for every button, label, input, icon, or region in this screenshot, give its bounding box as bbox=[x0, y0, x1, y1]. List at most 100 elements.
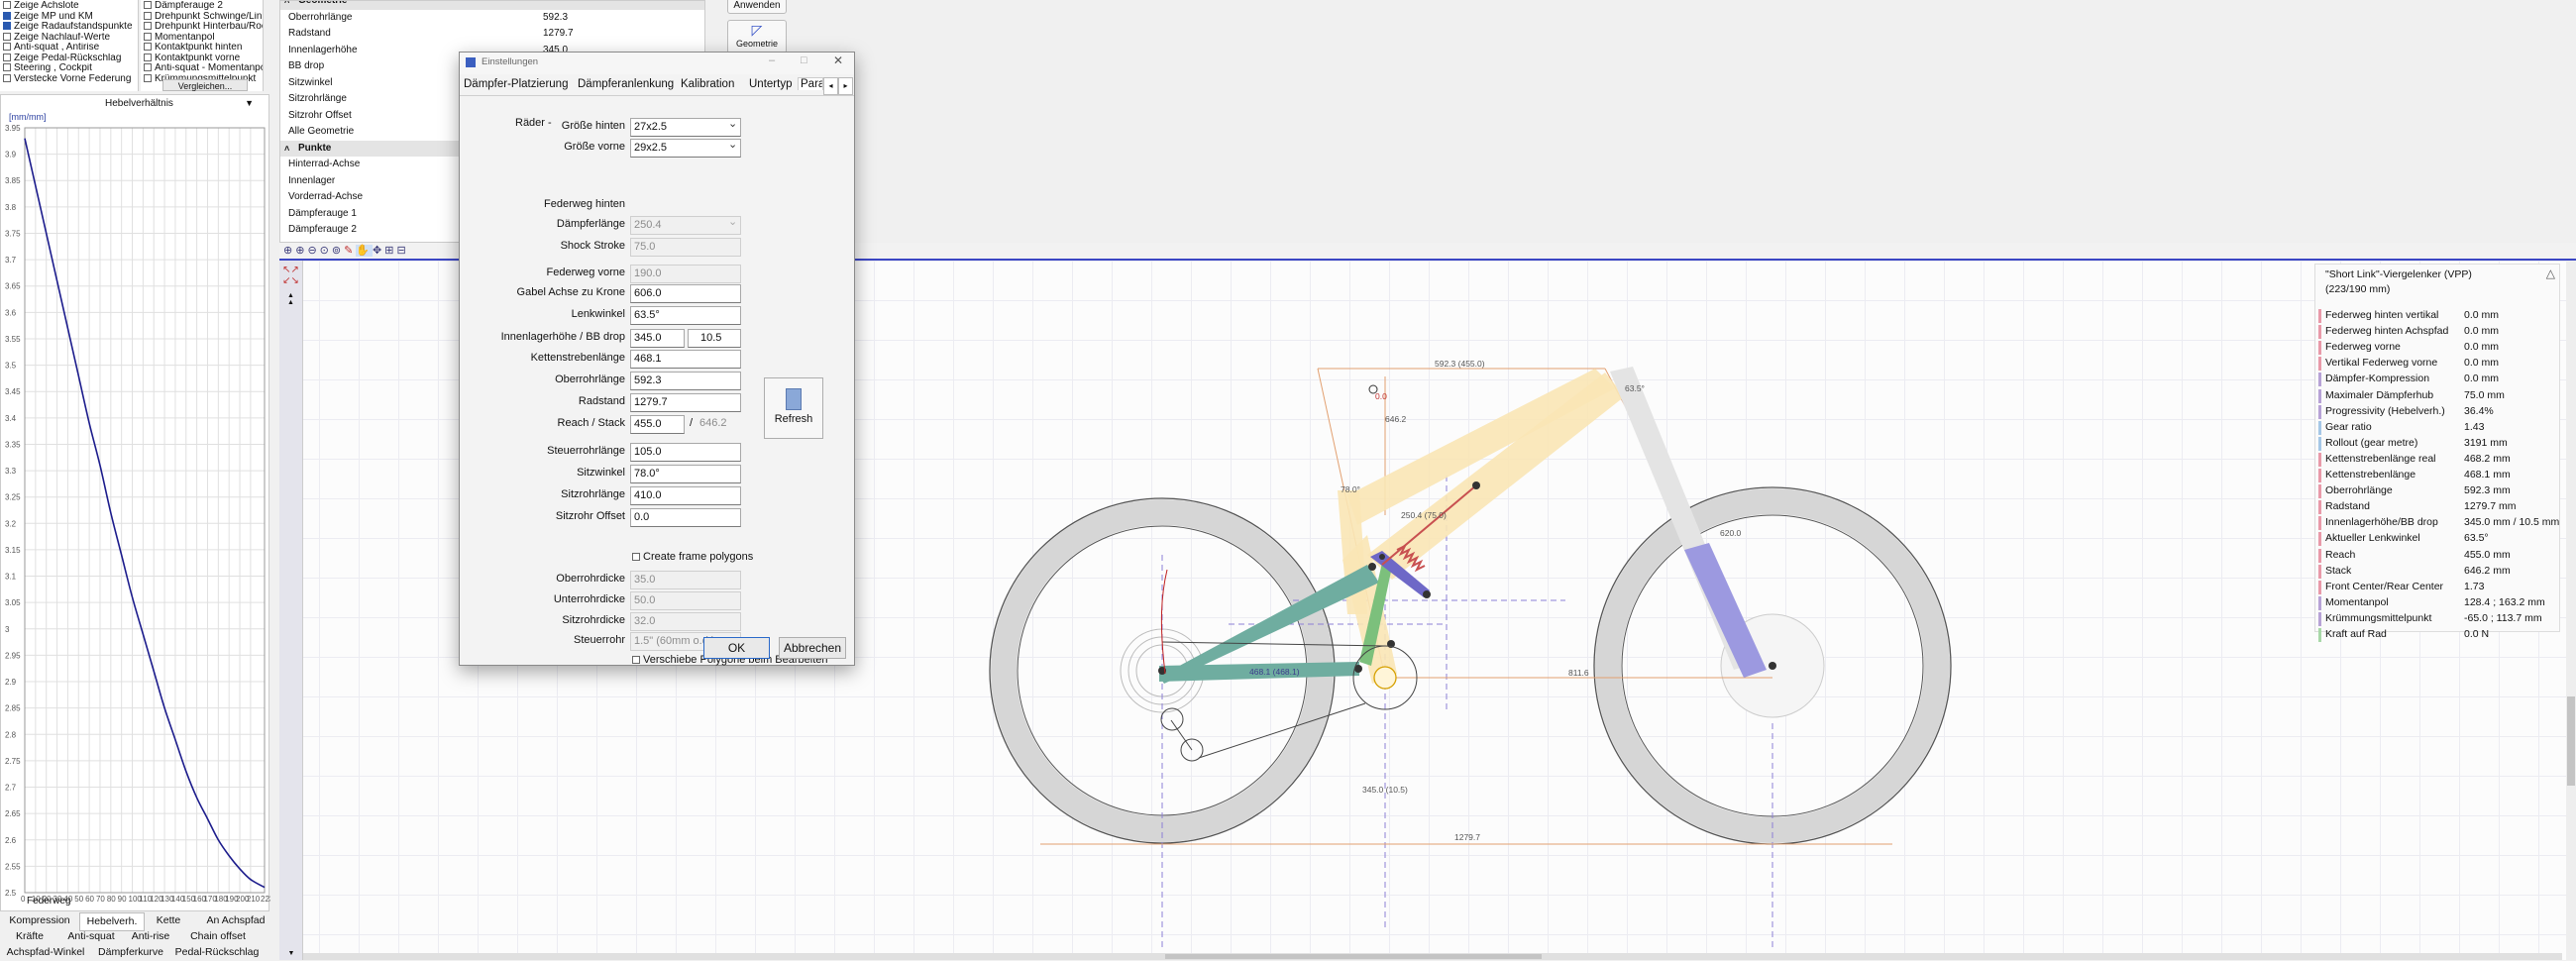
field-input[interactable]: 0.0 bbox=[630, 508, 741, 527]
checkbox[interactable] bbox=[3, 43, 11, 51]
checkbox[interactable] bbox=[144, 73, 152, 82]
tab-right-icon[interactable]: ▸ bbox=[838, 77, 853, 95]
field-input[interactable]: 105.0 bbox=[630, 443, 741, 462]
dialog-tab[interactable]: Kalibration bbox=[681, 78, 734, 90]
checkbox[interactable] bbox=[144, 1, 152, 9]
field-input[interactable]: 32.0 bbox=[630, 612, 741, 631]
field-input[interactable]: 606.0 bbox=[630, 284, 741, 303]
display-option[interactable]: Zeige Nachlauf-Werte bbox=[3, 32, 138, 44]
checkbox[interactable] bbox=[632, 656, 640, 664]
checkbox[interactable] bbox=[144, 63, 152, 71]
chart-tab[interactable]: An Achspfad bbox=[194, 912, 277, 929]
display-option[interactable]: Zeige Radaufstandspunkte bbox=[3, 22, 138, 33]
field-input-secondary[interactable]: 10.5 bbox=[688, 329, 741, 348]
refresh-button[interactable]: Refresh bbox=[764, 377, 823, 439]
table-row[interactable]: Oberrohrlänge 592.3 bbox=[280, 10, 704, 27]
canvas-scrollbar-h[interactable] bbox=[303, 953, 2562, 960]
checkbox[interactable] bbox=[144, 43, 152, 51]
field-input-secondary[interactable]: 646.2 bbox=[688, 415, 741, 434]
tab-left-icon[interactable]: ◂ bbox=[823, 77, 838, 95]
maximize-button[interactable]: □ bbox=[801, 54, 807, 66]
minimize-button[interactable]: – bbox=[769, 54, 775, 66]
chart-tab[interactable]: Achspfad-Winkel bbox=[2, 944, 89, 961]
chart-tab[interactable]: Kompression bbox=[2, 912, 77, 929]
point-option[interactable]: Drehpunkt Hinterbau/Rock bbox=[144, 22, 263, 33]
checkbox[interactable] bbox=[3, 1, 11, 9]
display-option[interactable]: Verstecke Vorne Federung bbox=[3, 73, 138, 85]
display-option[interactable]: Zeige Achslote bbox=[3, 1, 138, 12]
field-input[interactable]: 468.1 bbox=[630, 350, 741, 369]
field-input[interactable]: 35.0 bbox=[630, 571, 741, 589]
field-input[interactable]: 29x2.5 bbox=[630, 139, 741, 158]
display-option[interactable]: Steering , Cockpit bbox=[3, 63, 138, 74]
chart-tab[interactable]: Anti-squat bbox=[59, 928, 123, 945]
chart-tab[interactable]: Dämpferkurve bbox=[91, 944, 170, 961]
grid-icon[interactable]: ⊞ bbox=[384, 245, 396, 257]
table-section-header[interactable]: ˄ Geometrie bbox=[280, 1, 704, 10]
field-input[interactable]: 190.0 bbox=[630, 265, 741, 283]
canvas-scrollbar-v[interactable] bbox=[2566, 261, 2576, 960]
chevron-down-icon[interactable]: ⌄ bbox=[728, 215, 737, 228]
dialog-tab[interactable]: Untertyp bbox=[749, 78, 792, 90]
point-option[interactable]: Drehpunkt Schwinge/Link bbox=[144, 11, 263, 23]
checkbox[interactable] bbox=[144, 11, 152, 20]
checkbox[interactable] bbox=[3, 22, 11, 30]
table-row[interactable]: Radstand 1279.7 bbox=[280, 26, 704, 43]
dialog-tab[interactable]: Dämpferanlenkung bbox=[578, 78, 674, 90]
zoom-fit-icon[interactable]: ⊙ bbox=[320, 245, 332, 257]
cancel-button[interactable]: Abbrechen bbox=[779, 637, 846, 659]
chart-tab[interactable]: Chain offset bbox=[178, 928, 258, 945]
zoom-out-icon[interactable]: ⊖ bbox=[307, 245, 319, 257]
collapse-icon[interactable]: △ bbox=[2546, 267, 2555, 280]
chart-tab[interactable]: Kette bbox=[145, 912, 192, 929]
display-option[interactable]: Zeige Pedal-Rückschlag bbox=[3, 53, 138, 64]
field-input[interactable]: 63.5° bbox=[630, 306, 741, 325]
tab-scroll-arrows[interactable]: ◂ ▸ bbox=[823, 77, 853, 95]
pencil-icon[interactable]: ✎ bbox=[344, 245, 356, 257]
checkbox[interactable] bbox=[3, 73, 11, 82]
chevron-down-icon[interactable]: ⌄ bbox=[728, 138, 737, 151]
chart-tab[interactable]: Pedal-Rückschlag bbox=[172, 944, 262, 961]
checkbox[interactable] bbox=[144, 53, 152, 61]
create-polygons-checkbox[interactable]: Create frame polygons bbox=[632, 551, 753, 563]
measure-icon[interactable]: ⊟ bbox=[396, 245, 408, 257]
checkbox[interactable] bbox=[3, 32, 11, 41]
field-input[interactable]: 410.0 bbox=[630, 486, 741, 505]
display-option[interactable]: Anti-squat , Antirise bbox=[3, 43, 138, 53]
chevron-down-icon[interactable]: ⌄ bbox=[728, 117, 737, 130]
field-input[interactable]: 345.0 bbox=[630, 329, 685, 348]
field-input[interactable]: 50.0 bbox=[630, 591, 741, 610]
dialog-tab[interactable]: Dämpfer-Platzierung bbox=[464, 78, 568, 90]
fit-arrows-icon[interactable]: ↖↗ ↙↘ bbox=[279, 265, 302, 286]
checkbox[interactable] bbox=[144, 22, 152, 30]
checkbox[interactable] bbox=[144, 32, 152, 41]
point-option[interactable]: Dämpferauge 2 bbox=[144, 1, 263, 12]
compare-button[interactable]: Vergleichen... bbox=[162, 79, 248, 91]
hand-icon[interactable]: ✋ bbox=[356, 245, 374, 257]
geometry-button[interactable]: ◸ Geometrie bbox=[727, 20, 787, 53]
field-input[interactable]: 27x2.5 bbox=[630, 118, 741, 137]
scroll-up-icon[interactable]: ▲ ▲ bbox=[279, 292, 302, 306]
display-option[interactable]: Zeige MP und KM bbox=[3, 11, 138, 23]
point-option[interactable]: Anti-squat - Momentanpol bbox=[144, 63, 263, 74]
dialog-tab[interactable]: Para bbox=[798, 77, 823, 90]
field-input[interactable]: 78.0° bbox=[630, 465, 741, 483]
scroll-thumb-h[interactable] bbox=[1165, 954, 1542, 959]
close-button[interactable]: ✕ bbox=[833, 53, 843, 67]
field-input[interactable]: 592.3 bbox=[630, 372, 741, 390]
zoom-window-icon[interactable]: ⊚ bbox=[332, 245, 344, 257]
ok-button[interactable]: OK bbox=[703, 637, 770, 659]
checkbox[interactable] bbox=[632, 553, 640, 561]
collapse-caret-icon[interactable]: ˄ bbox=[284, 1, 289, 10]
zoom-in-icon[interactable]: ⊕ bbox=[295, 245, 307, 257]
zoom-icon[interactable]: ⊕ bbox=[283, 245, 295, 257]
field-input[interactable]: 75.0 bbox=[630, 238, 741, 257]
field-input[interactable]: 1279.7 bbox=[630, 393, 741, 412]
checkbox[interactable] bbox=[3, 11, 11, 20]
field-input[interactable]: 455.0 bbox=[630, 415, 685, 434]
point-option[interactable]: Kontaktpunkt hinten bbox=[144, 43, 263, 53]
scroll-down-icon[interactable]: ▼ bbox=[279, 950, 303, 957]
scroll-thumb-v[interactable] bbox=[2567, 696, 2575, 786]
point-option[interactable]: Momentanpol bbox=[144, 32, 263, 44]
collapse-caret-icon[interactable]: ˄ bbox=[284, 141, 289, 158]
